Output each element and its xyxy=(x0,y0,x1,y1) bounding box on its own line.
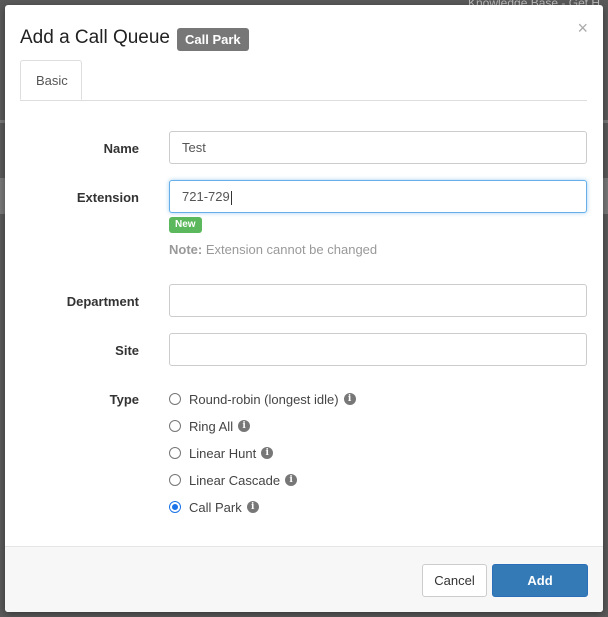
dialog-title: Add a Call Queue xyxy=(20,27,170,48)
tab-basic[interactable]: Basic xyxy=(20,60,82,100)
name-input-value: Test xyxy=(182,140,206,155)
new-badge: New xyxy=(169,217,202,233)
radio-label: Call Park xyxy=(189,499,242,515)
site-input[interactable] xyxy=(169,333,587,366)
extension-note: Note: Extension cannot be changed xyxy=(169,242,377,257)
note-text: Extension cannot be changed xyxy=(202,242,378,257)
radio-round-robin[interactable] xyxy=(169,393,181,405)
info-icon[interactable]: i xyxy=(261,447,274,459)
radio-label: Ring All xyxy=(189,418,234,434)
name-label: Name xyxy=(103,141,139,156)
add-button[interactable]: Add xyxy=(492,564,588,597)
name-input[interactable]: Test xyxy=(169,131,587,164)
type-option-call-park[interactable]: Call Park i xyxy=(169,498,259,516)
radio-label: Linear Hunt xyxy=(189,445,257,461)
type-option-ring-all[interactable]: Ring All i xyxy=(169,417,251,435)
add-call-queue-dialog: Add a Call Queue Call Park × Basic Name … xyxy=(5,5,603,612)
extension-input[interactable]: 721-729 xyxy=(169,180,587,213)
dialog-footer: Cancel Add xyxy=(5,546,603,612)
info-icon[interactable]: i xyxy=(246,501,259,513)
text-caret xyxy=(230,190,232,205)
radio-label: Round-robin (longest idle) xyxy=(189,391,339,407)
type-option-linear-cascade[interactable]: Linear Cascade i xyxy=(169,471,298,489)
cancel-button[interactable]: Cancel xyxy=(422,564,487,597)
site-label: Site xyxy=(115,343,139,358)
note-prefix: Note: xyxy=(169,242,203,257)
radio-ring-all[interactable] xyxy=(169,420,181,432)
radio-linear-hunt[interactable] xyxy=(169,447,181,459)
radio-linear-cascade[interactable] xyxy=(169,474,181,486)
close-icon[interactable]: × xyxy=(577,19,588,37)
type-option-linear-hunt[interactable]: Linear Hunt i xyxy=(169,444,274,462)
department-input[interactable] xyxy=(169,284,587,317)
department-label: Department xyxy=(66,294,139,309)
radio-call-park[interactable] xyxy=(169,501,181,513)
dialog-type-badge: Call Park xyxy=(177,28,249,51)
extension-label: Extension xyxy=(76,190,139,205)
tab-bar: Basic xyxy=(20,60,587,101)
type-option-round-robin[interactable]: Round-robin (longest idle) i xyxy=(169,390,356,408)
info-icon[interactable]: i xyxy=(285,474,298,486)
type-label: Type xyxy=(109,392,139,407)
radio-label: Linear Cascade xyxy=(189,472,281,488)
info-icon[interactable]: i xyxy=(238,420,251,432)
info-icon[interactable]: i xyxy=(343,393,356,405)
extension-input-value: 721-729 xyxy=(182,189,230,204)
